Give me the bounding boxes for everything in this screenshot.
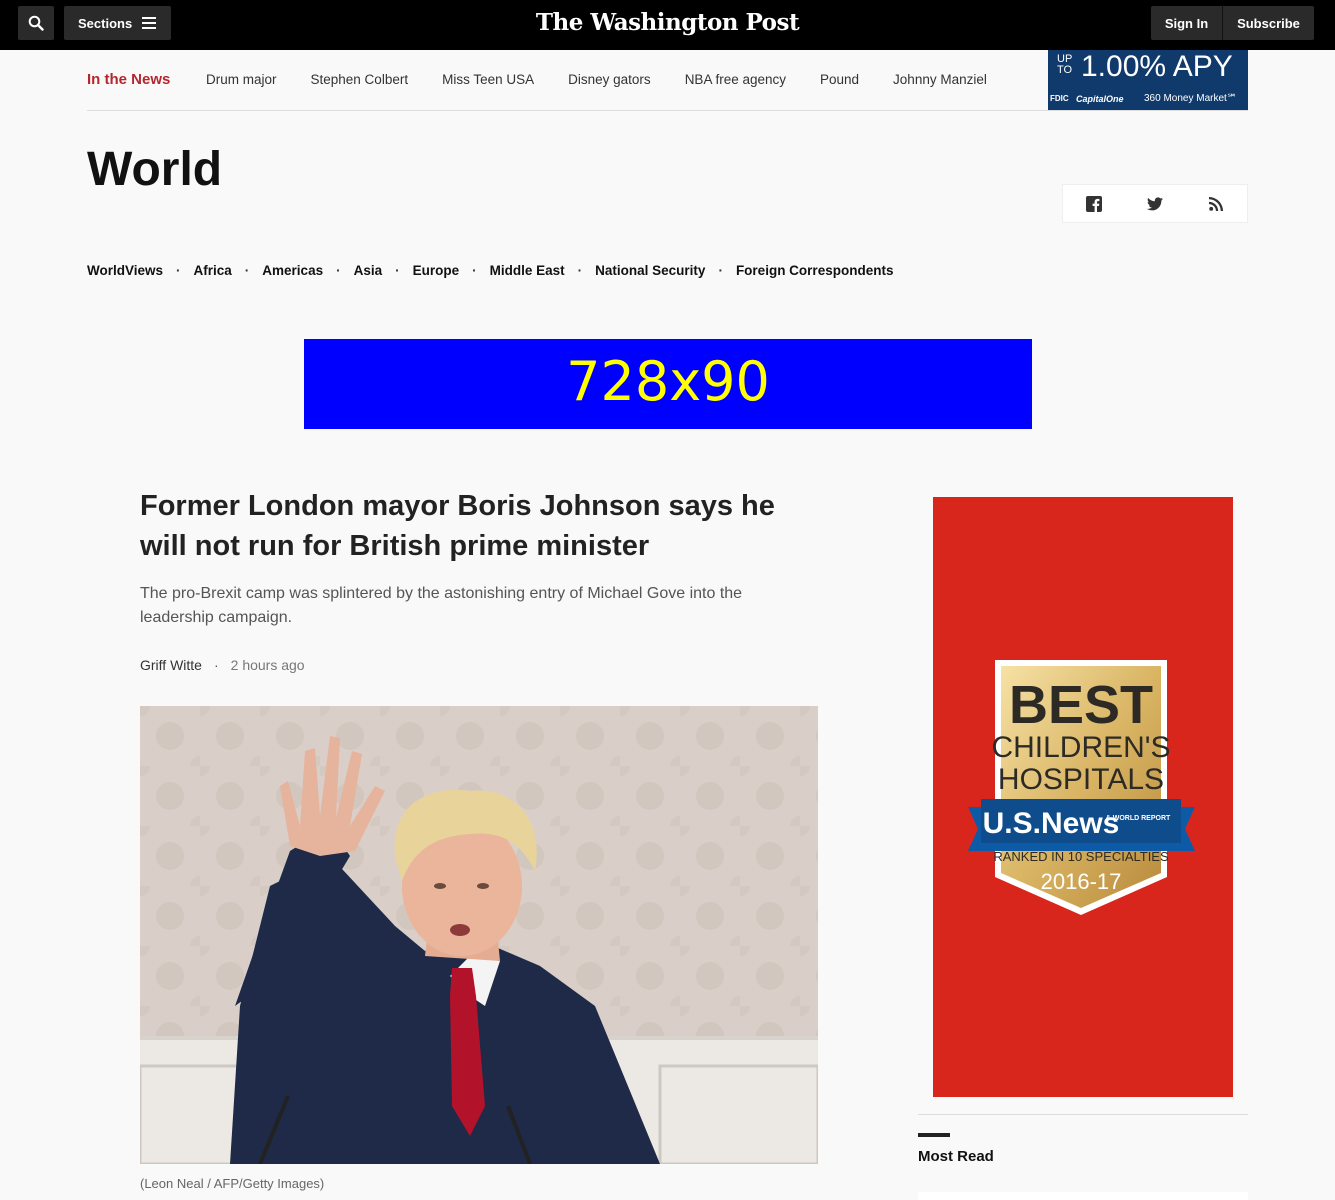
subnav-separator: · <box>395 263 400 278</box>
article-dek: The pro-Brexit camp was splintered by th… <box>140 585 743 626</box>
news-link-nba-free-agency[interactable]: NBA free agency <box>685 72 786 87</box>
social-share-box <box>1062 184 1248 223</box>
news-link-johnny-manziel[interactable]: Johnny Manziel <box>893 72 987 87</box>
badge-usnews-sub: & WORLD REPORT <box>1106 815 1171 822</box>
subnav-separator: · <box>176 263 181 278</box>
top-navigation-bar: Sections The Washington Post Sign In Sub… <box>0 0 1335 50</box>
subnav-separator: · <box>577 263 583 278</box>
in-the-news-links: Drum major Stephen Colbert Miss Teen USA… <box>206 72 1021 87</box>
article-byline: Griff Witte · 2 hours ago <box>140 657 305 673</box>
subnav-asia[interactable]: Asia <box>354 263 383 278</box>
subnav-worldviews[interactable]: WorldViews <box>87 263 163 278</box>
article-headline[interactable]: Former London mayor Boris Johnson says h… <box>140 486 820 566</box>
sign-in-button[interactable]: Sign In <box>1151 6 1222 40</box>
photo-caption: (Leon Neal / AFP/Getty Images) <box>140 1176 325 1191</box>
subnav-separator: · <box>718 263 723 278</box>
banner-ad-728x90[interactable]: 728x90 <box>304 339 1032 429</box>
in-the-news-label: In the News <box>87 71 171 88</box>
apy-rate: 1.00% APY <box>1081 50 1233 83</box>
badge-childrens: CHILDREN'S <box>991 731 1170 764</box>
page-title: World <box>87 143 223 196</box>
in-the-news-bar: In the News Drum major Stephen Colbert M… <box>87 50 1248 111</box>
twitter-icon[interactable] <box>1145 194 1165 214</box>
washington-post-logo[interactable]: The Washington Post <box>0 9 1335 36</box>
most-read-accent-bar <box>918 1133 950 1137</box>
subscribe-button[interactable]: Subscribe <box>1222 6 1314 40</box>
badge-best: BEST <box>1009 675 1153 735</box>
section-subnav: WorldViews · Africa · Americas · Asia · … <box>87 263 893 278</box>
rail-ad-best-childrens-hospitals[interactable]: BEST CHILDREN'S HOSPITALS U.S.News & WOR… <box>933 497 1233 1097</box>
badge-year: 2016-17 <box>1041 869 1122 894</box>
rss-icon[interactable] <box>1206 194 1226 214</box>
subnav-separator: · <box>472 263 477 278</box>
news-link-miss-teen-usa[interactable]: Miss Teen USA <box>442 72 534 87</box>
article-photo[interactable] <box>140 706 818 1164</box>
facebook-icon[interactable] <box>1084 194 1104 214</box>
byline-separator: · <box>213 657 219 673</box>
news-link-pound[interactable]: Pound <box>820 72 859 87</box>
subnav-foreign-correspondents[interactable]: Foreign Correspondents <box>736 263 894 278</box>
publish-time: 2 hours ago <box>230 657 305 673</box>
most-read-list <box>918 1192 1248 1200</box>
author-name[interactable]: Griff Witte <box>140 657 202 673</box>
news-link-stephen-colbert[interactable]: Stephen Colbert <box>311 72 409 87</box>
apy-up-to: UP TO <box>1057 53 1073 76</box>
most-read-heading: Most Read <box>918 1148 994 1165</box>
badge-hospitals: HOSPITALS <box>998 763 1164 796</box>
badge-usnews: U.S.News <box>983 807 1120 840</box>
subnav-africa[interactable]: Africa <box>194 263 232 278</box>
apy-brand: CapitalOne <box>1076 94 1124 104</box>
subnav-national-security[interactable]: National Security <box>595 263 705 278</box>
subnav-americas[interactable]: Americas <box>262 263 323 278</box>
subnav-separator: · <box>336 263 341 278</box>
capital-one-apy-ad[interactable]: UP TO 1.00% APY FDIC CapitalOne 360 Mone… <box>1048 50 1248 110</box>
rail-divider <box>918 1114 1248 1115</box>
subnav-middle-east[interactable]: Middle East <box>490 263 565 278</box>
subnav-separator: · <box>244 263 250 278</box>
apy-fdic: FDIC <box>1050 94 1069 103</box>
subnav-europe[interactable]: Europe <box>413 263 460 278</box>
apy-product: 360 Money Market℠ <box>1144 93 1238 104</box>
news-link-disney-gators[interactable]: Disney gators <box>568 72 651 87</box>
news-link-drum-major[interactable]: Drum major <box>206 72 277 87</box>
badge-ranked: RANKED IN 10 SPECIALTIES <box>993 849 1169 864</box>
